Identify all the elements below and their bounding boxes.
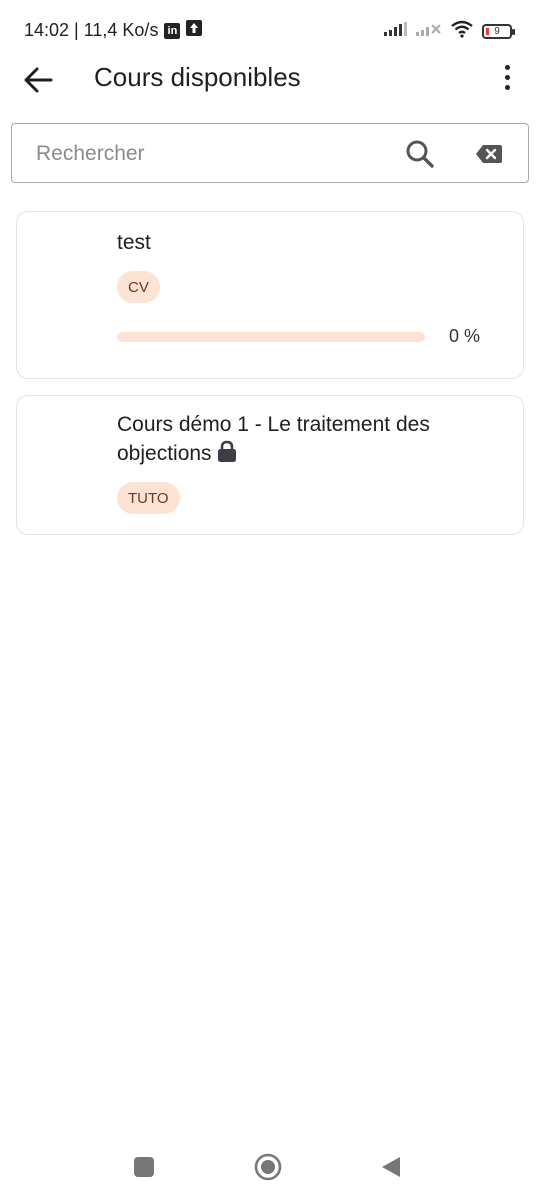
- backspace-clear-icon[interactable]: [474, 143, 504, 165]
- app-bar: Cours disponibles: [0, 60, 540, 100]
- screen: 14:02 | 11,4 Ko/s in 9 Cours disponibles…: [0, 0, 540, 1200]
- page-title: Cours disponibles: [94, 62, 301, 92]
- recents-square-icon[interactable]: [134, 1157, 154, 1177]
- arrow-left-icon: [24, 67, 53, 93]
- search-input[interactable]: [34, 138, 388, 170]
- course-title: test: [117, 231, 151, 254]
- search-icon[interactable]: [405, 139, 435, 169]
- course-card-demo[interactable]: Cours démo 1 - Le traitement des objecti…: [16, 395, 524, 535]
- battery-low-indicator: [486, 28, 489, 35]
- course-tag: CV: [117, 271, 160, 303]
- status-time-speed: 14:02 | 11,4 Ko/s: [24, 20, 159, 40]
- wifi-icon: [450, 20, 474, 43]
- course-title-text: Cours démo 1 - Le traitement des objecti…: [117, 413, 430, 465]
- course-tag: TUTO: [117, 482, 180, 514]
- course-tag-label: CV: [128, 278, 149, 296]
- system-nav-bar: [0, 1140, 540, 1200]
- battery-icon: 9: [482, 24, 515, 39]
- course-title: Cours démo 1 - Le traitement des objecti…: [117, 410, 477, 468]
- battery-level: 9: [494, 26, 500, 37]
- course-card-test[interactable]: test CV 0 %: [16, 211, 524, 379]
- progress-bar: [117, 332, 425, 342]
- status-bar: 14:02 | 11,4 Ko/s in 9: [0, 0, 540, 60]
- upload-icon: [186, 20, 203, 41]
- more-vertical-icon: [500, 65, 514, 90]
- status-left: 14:02 | 11,4 Ko/s in: [24, 20, 203, 41]
- signal-no-service-icon: [416, 22, 442, 41]
- lock-icon: [217, 440, 237, 462]
- linkedin-icon: in: [164, 22, 181, 39]
- back-triangle-icon[interactable]: [380, 1155, 402, 1179]
- signal-icon: [384, 22, 408, 41]
- status-right: 9: [384, 20, 515, 43]
- course-tag-label: TUTO: [128, 489, 169, 507]
- search-box: [11, 123, 529, 183]
- home-circle-icon[interactable]: [254, 1153, 282, 1181]
- progress-label: 0 %: [449, 326, 481, 346]
- more-options-button[interactable]: [500, 65, 514, 95]
- back-button[interactable]: [22, 66, 54, 94]
